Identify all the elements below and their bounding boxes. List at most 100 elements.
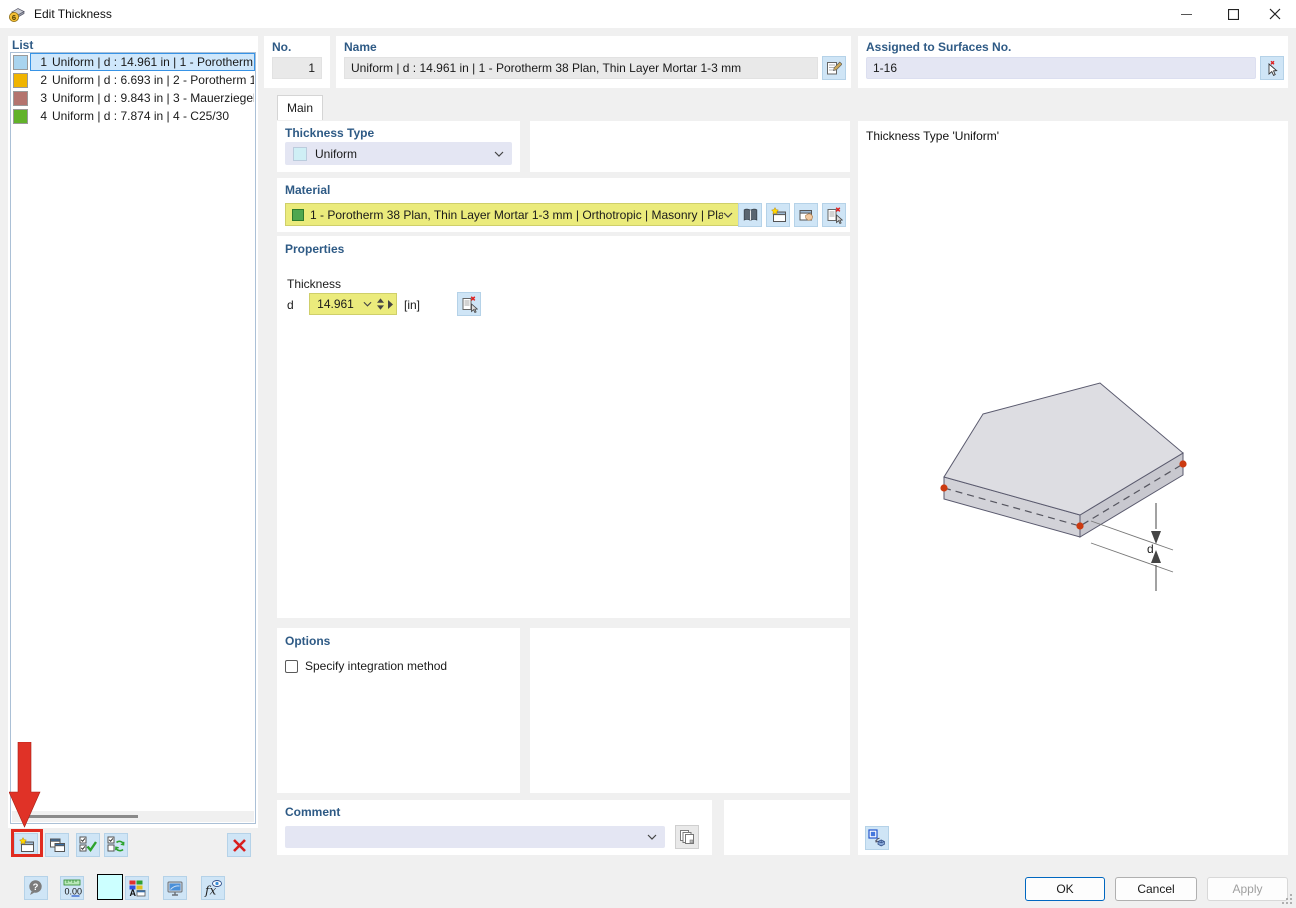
preview-caption: Thickness Type 'Uniform' — [866, 129, 999, 143]
material-library-button[interactable] — [738, 203, 762, 227]
apply-label: Apply — [1232, 882, 1262, 896]
name-field[interactable]: Uniform | d : 14.961 in | 1 - Porotherm … — [344, 57, 818, 79]
copy-comment-button[interactable] — [675, 825, 699, 849]
edit-material-button[interactable] — [794, 203, 818, 227]
new-material-button[interactable] — [766, 203, 790, 227]
name-label: Name — [344, 40, 377, 54]
no-value: 1 — [308, 61, 315, 75]
thickness-color-swatch — [13, 91, 28, 106]
ok-button[interactable]: OK — [1025, 877, 1105, 901]
units-label: 0.00 — [65, 887, 83, 897]
list-item-text: Uniform | d : 9.843 in | 3 - Mauerziegel… — [52, 91, 254, 105]
check-all-icon — [79, 836, 97, 854]
d-value-field[interactable]: 14.961 — [309, 293, 397, 315]
cursor-deselect-icon — [1264, 60, 1280, 76]
list-item-text: Uniform | d : 6.693 in | 2 - Porotherm 1… — [52, 73, 254, 87]
specify-integration-checkbox[interactable] — [285, 660, 298, 673]
invert-selection-button[interactable] — [104, 833, 128, 857]
annotation-arrow — [9, 742, 41, 828]
resize-grip[interactable] — [1281, 893, 1293, 905]
list-item-content-selected[interactable]: 1Uniform | d : 14.961 in | 1 - Porotherm… — [30, 53, 255, 71]
toggle-check-icon — [107, 836, 125, 854]
select-surfaces-button[interactable] — [1260, 56, 1284, 80]
list-item[interactable]: 1Uniform | d : 14.961 in | 1 - Porotherm… — [11, 53, 255, 71]
material-dropdown[interactable]: 1 - Porotherm 38 Plan, Thin Layer Mortar… — [285, 203, 740, 226]
list-item-text: Uniform | d : 7.874 in | 4 - C25/30 — [52, 109, 229, 123]
thickness-color-swatch — [13, 55, 28, 70]
apply-button[interactable]: Apply — [1207, 877, 1288, 901]
thickness-list[interactable]: 1Uniform | d : 14.961 in | 1 - Porotherm… — [10, 52, 256, 824]
maximize-button[interactable] — [1212, 0, 1254, 28]
assigned-field[interactable]: 1-16 — [866, 57, 1256, 79]
assigned-surfaces-panel: Assigned to Surfaces No. 1-16 — [858, 36, 1288, 88]
help-icon: ? — [27, 879, 45, 897]
svg-text:?: ? — [33, 882, 39, 893]
no-panel: No. 1 — [264, 36, 330, 88]
list-horizontal-scrollbar[interactable] — [12, 811, 254, 822]
list-item[interactable]: 2Uniform | d : 6.693 in | 2 - Porotherm … — [11, 71, 255, 89]
thickness-type-dropdown[interactable]: Uniform — [285, 142, 512, 165]
title-bar: 6 Edit Thickness — [0, 0, 1296, 28]
chevron-down-icon[interactable] — [361, 301, 374, 307]
d-value: 14.961 — [310, 297, 361, 311]
display-settings-button[interactable] — [163, 876, 187, 900]
help-button[interactable]: ? — [24, 876, 48, 900]
units-settings-button[interactable]: 0.00 — [60, 876, 84, 900]
specify-integration-label: Specify integration method — [305, 659, 447, 673]
monitor-icon — [166, 879, 184, 897]
thickness-color-preview-swatch[interactable] — [97, 874, 123, 900]
chevron-down-icon — [494, 151, 504, 157]
book-icon — [742, 207, 759, 224]
comment-dropdown[interactable] — [285, 826, 665, 848]
display-colors-button[interactable]: A — [125, 876, 149, 900]
toggle-view-button[interactable] — [865, 826, 889, 850]
spinner-updown-icon[interactable] — [374, 298, 387, 310]
list-scrollbar-thumb[interactable] — [26, 815, 138, 818]
d-unit-label: [in] — [404, 298, 420, 312]
fx-label: fx — [204, 884, 216, 898]
formula-button[interactable]: fx — [201, 876, 225, 900]
dimension-label: d — [1147, 542, 1154, 556]
annotation-highlight-box — [11, 829, 43, 857]
thickness-type-panel: Thickness Type Uniform — [277, 121, 520, 172]
minimize-button[interactable] — [1165, 0, 1207, 28]
comment-label: Comment — [285, 805, 340, 819]
list-item[interactable]: 3Uniform | d : 9.843 in | 3 - Mauerziege… — [11, 89, 255, 107]
cancel-button[interactable]: Cancel — [1115, 877, 1197, 901]
thickness-group-label: Thickness — [287, 277, 341, 291]
close-icon — [1269, 8, 1281, 20]
tab-main[interactable]: Main — [277, 95, 323, 120]
preview-panel: Thickness Type 'Uniform' d — [858, 121, 1288, 855]
reset-thickness-button[interactable] — [457, 292, 481, 316]
no-label: No. — [272, 40, 291, 54]
edit-thickness-dialog: 6 Edit Thickness List 1Uniform | d : 14.… — [0, 0, 1296, 908]
tab-main-label: Main — [287, 101, 313, 115]
thickness-type-label: Thickness Type — [285, 126, 374, 140]
delete-thickness-button[interactable] — [227, 833, 251, 857]
edit-window-hand-icon — [798, 207, 815, 224]
assigned-value: 1-16 — [873, 61, 897, 75]
doc-delete-cursor-icon — [461, 296, 478, 313]
copy-thickness-button[interactable] — [45, 833, 69, 857]
units-icon: 0.00 — [62, 878, 82, 898]
empty-panel-comment — [724, 800, 850, 855]
expand-right-icon[interactable] — [387, 300, 396, 309]
list-item-content[interactable]: 3Uniform | d : 9.843 in | 3 - Mauerziege… — [30, 89, 255, 107]
close-button[interactable] — [1254, 0, 1296, 28]
list-item-content[interactable]: 2Uniform | d : 6.693 in | 2 - Porotherm … — [30, 71, 255, 89]
material-color-swatch — [292, 209, 304, 221]
doc-delete-cursor-icon — [826, 207, 843, 224]
edit-name-button[interactable] — [822, 56, 846, 80]
cancel-label: Cancel — [1137, 882, 1174, 896]
select-all-button[interactable] — [76, 833, 100, 857]
empty-panel-options — [530, 628, 850, 793]
svg-text:A: A — [130, 888, 137, 897]
properties-label: Properties — [285, 242, 344, 256]
chevron-down-icon — [723, 212, 733, 218]
list-item[interactable]: 4Uniform | d : 7.874 in | 4 - C25/30 — [11, 107, 255, 125]
list-item-content[interactable]: 4Uniform | d : 7.874 in | 4 - C25/30 — [30, 107, 255, 125]
display-colors-icon: A — [128, 879, 146, 897]
comment-panel: Comment — [277, 800, 712, 855]
delete-material-button[interactable] — [822, 203, 846, 227]
new-window-star-icon — [770, 207, 787, 224]
